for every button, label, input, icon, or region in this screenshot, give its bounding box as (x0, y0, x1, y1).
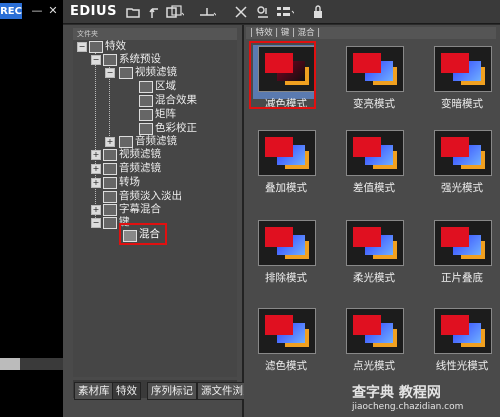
effect-tile[interactable] (256, 306, 316, 366)
folder-icon (103, 54, 117, 66)
folder-icon (103, 149, 117, 161)
blend-thumbnail-icon (258, 220, 316, 266)
effect-tile[interactable] (432, 128, 492, 188)
lock-icon[interactable] (309, 3, 327, 21)
add-icon[interactable] (198, 3, 216, 21)
effect-label[interactable]: 排除模式 (242, 270, 330, 285)
folder-icon (139, 109, 153, 121)
folder-icon (139, 95, 153, 107)
expand-toggle[interactable]: + (91, 205, 101, 215)
tree-item-video-filters-2[interactable]: 视频滤镜 (119, 148, 161, 160)
folder-icon (139, 81, 153, 93)
expand-toggle[interactable]: + (91, 150, 101, 160)
selected-effect-highlight (249, 41, 316, 109)
blend-thumbnail-icon (434, 46, 492, 92)
effect-label[interactable]: 正片叠底 (418, 270, 500, 285)
blend-thumbnail-icon (258, 130, 316, 176)
collapse-toggle[interactable]: − (91, 55, 101, 65)
tab-bin[interactable]: 素材库 (74, 382, 114, 400)
folder-icon (119, 136, 133, 148)
folder-icon (103, 217, 117, 229)
tree-item-matrix[interactable]: 矩阵 (155, 108, 176, 120)
blend-thumbnail-icon (346, 308, 404, 354)
effects-tree: − 特效 − 系统预设 − 视频滤镜 区域 混合效果 矩阵 色彩校正 + 音频滤… (73, 40, 237, 377)
folder-icon (103, 204, 117, 216)
folder-icon (89, 41, 103, 53)
tree-item-color-correction[interactable]: 色彩校正 (155, 122, 197, 134)
tree-item-transitions[interactable]: 转场 (119, 176, 140, 188)
view-icon[interactable] (276, 3, 294, 21)
blend-thumbnail-icon (346, 130, 404, 176)
tab-effects[interactable]: 特效 (112, 382, 141, 400)
effect-label[interactable]: 点光模式 (330, 358, 418, 373)
tab-sequence-markers[interactable]: 序列标记 (147, 382, 197, 400)
blend-thumbnail-icon (434, 130, 492, 176)
expand-toggle[interactable]: + (91, 178, 101, 188)
collapse-toggle[interactable]: − (77, 42, 87, 52)
folder-icon[interactable] (124, 3, 142, 21)
effect-label[interactable]: 差值模式 (330, 180, 418, 195)
blend-thumbnail-icon (434, 220, 492, 266)
folder-icon (103, 191, 117, 203)
effect-label[interactable]: 变亮模式 (330, 96, 418, 111)
effect-tile[interactable] (344, 218, 404, 278)
delete-icon[interactable] (232, 3, 250, 21)
blend-thumbnail-icon (258, 308, 316, 354)
tree-item-audio-filters-2[interactable]: 音频滤镜 (119, 162, 161, 174)
folder-icon (119, 67, 133, 79)
effect-tile[interactable] (432, 306, 492, 366)
effect-label[interactable]: 柔光模式 (330, 270, 418, 285)
tree-item-blend-effect[interactable]: 混合效果 (155, 94, 197, 106)
blend-thumbnail-icon (346, 220, 404, 266)
tree-item-effects[interactable]: 特效 (105, 40, 126, 52)
effect-tile[interactable] (256, 128, 316, 188)
effect-tile[interactable] (256, 218, 316, 278)
breadcrumb: | 特效 | 键 | 混合 | (246, 27, 496, 39)
tree-item-audio-fades[interactable]: 音频淡入淡出 (119, 190, 182, 202)
watermark: 查字典 教程网 (352, 385, 441, 401)
folder-icon (103, 163, 117, 175)
tree-item-title-mixers[interactable]: 字幕混合 (119, 203, 161, 215)
effect-tile[interactable] (344, 306, 404, 366)
tree-item-audio-filters[interactable]: 音频滤镜 (135, 135, 177, 147)
folder-icon (103, 177, 117, 189)
watermark-url: jiaocheng.chazidian.com (352, 402, 464, 412)
effect-label[interactable]: 强光模式 (418, 180, 500, 195)
blend-thumbnail-icon (346, 46, 404, 92)
expand-toggle[interactable]: + (105, 137, 115, 147)
minimize-button[interactable]: — (30, 3, 44, 17)
folder-pane-header: 文件夹 (73, 28, 237, 40)
folder-icon (139, 123, 153, 135)
properties-icon[interactable] (254, 3, 272, 21)
timeline-scroll-thumb[interactable] (0, 358, 20, 370)
expand-toggle[interactable]: + (91, 164, 101, 174)
effect-tile[interactable] (344, 128, 404, 188)
effect-tile[interactable] (432, 218, 492, 278)
app-title: EDIUS (70, 4, 117, 19)
effect-label[interactable]: 变暗模式 (418, 96, 500, 111)
collapse-toggle[interactable]: − (91, 218, 101, 228)
selected-folder-highlight (119, 223, 167, 245)
tree-item-video-filters[interactable]: 视频滤镜 (135, 66, 177, 78)
effect-label[interactable]: 线性光模式 (418, 358, 500, 373)
blend-thumbnail-icon (434, 308, 492, 354)
new-icon[interactable] (166, 3, 184, 21)
tree-item-system-presets[interactable]: 系统预设 (119, 53, 161, 65)
effect-label[interactable]: 叠加模式 (242, 180, 330, 195)
effect-tile[interactable] (432, 44, 492, 104)
tree-item-region[interactable]: 区域 (155, 80, 176, 92)
collapse-toggle[interactable]: − (105, 68, 115, 78)
preview-monitor (0, 0, 63, 417)
close-button[interactable]: ✕ (46, 3, 60, 17)
up-icon[interactable] (146, 3, 164, 21)
effect-label[interactable]: 滤色模式 (242, 358, 330, 373)
rec-indicator: REC (0, 3, 22, 19)
effect-tile[interactable] (344, 44, 404, 104)
